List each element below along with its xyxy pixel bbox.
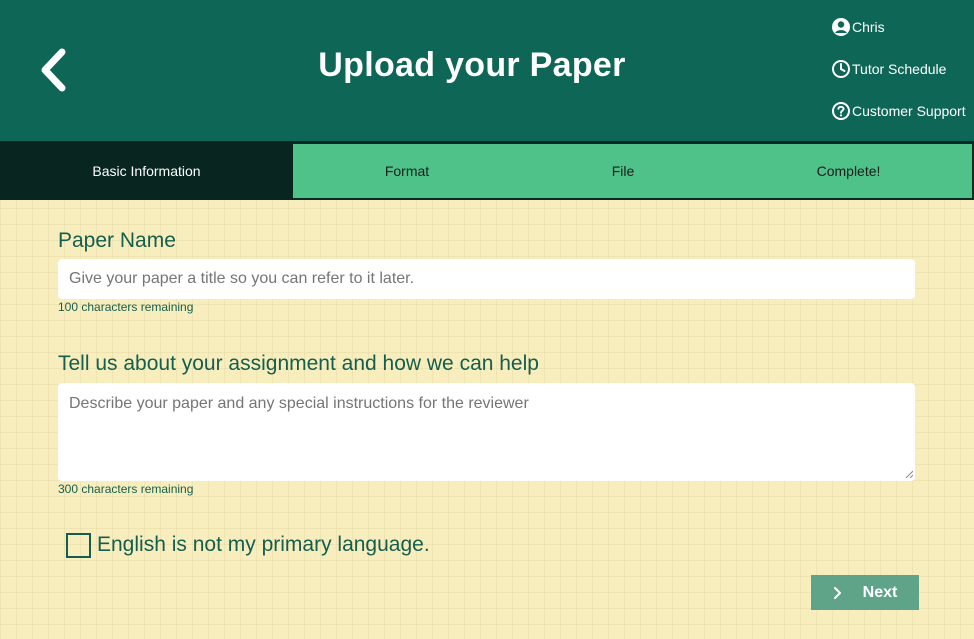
description-textarea[interactable]: [58, 383, 915, 481]
resize-grip-icon[interactable]: [905, 470, 913, 478]
page-title: Upload your Paper: [318, 46, 626, 84]
step-basic-information[interactable]: Basic Information: [0, 141, 293, 200]
user-profile-link[interactable]: Chris: [831, 16, 885, 38]
progress-steps: Basic Information Format File Complete!: [0, 141, 974, 200]
next-button-label: Next: [862, 583, 898, 601]
description-char-count: 300 characters remaining: [58, 482, 194, 496]
user-name: Chris: [852, 19, 885, 35]
app-header: Upload your Paper Chris Tutor Schedule C…: [0, 0, 974, 141]
user-circle-icon: [832, 18, 850, 36]
step-file[interactable]: File: [521, 144, 725, 198]
tutor-schedule-link[interactable]: Tutor Schedule: [831, 58, 946, 80]
english-secondary-checkbox[interactable]: [66, 533, 91, 558]
next-button[interactable]: Next: [811, 575, 919, 610]
english-secondary-label[interactable]: English is not my primary language.: [97, 533, 430, 557]
paper-name-input[interactable]: [58, 259, 915, 299]
customer-support-label: Customer Support: [852, 103, 966, 119]
paper-name-label: Paper Name: [58, 229, 176, 252]
pending-steps: Format File Complete!: [293, 144, 972, 198]
step-format[interactable]: Format: [293, 144, 521, 198]
tutor-schedule-label: Tutor Schedule: [852, 61, 947, 77]
description-label: Tell us about your assignment and how we…: [58, 352, 539, 375]
clock-icon: [832, 60, 850, 78]
customer-support-link[interactable]: Customer Support: [831, 100, 966, 122]
question-circle-icon: [832, 102, 850, 120]
chevron-right-icon: [833, 586, 841, 599]
paper-name-char-count: 100 characters remaining: [58, 300, 194, 314]
step-complete[interactable]: Complete!: [725, 144, 972, 198]
